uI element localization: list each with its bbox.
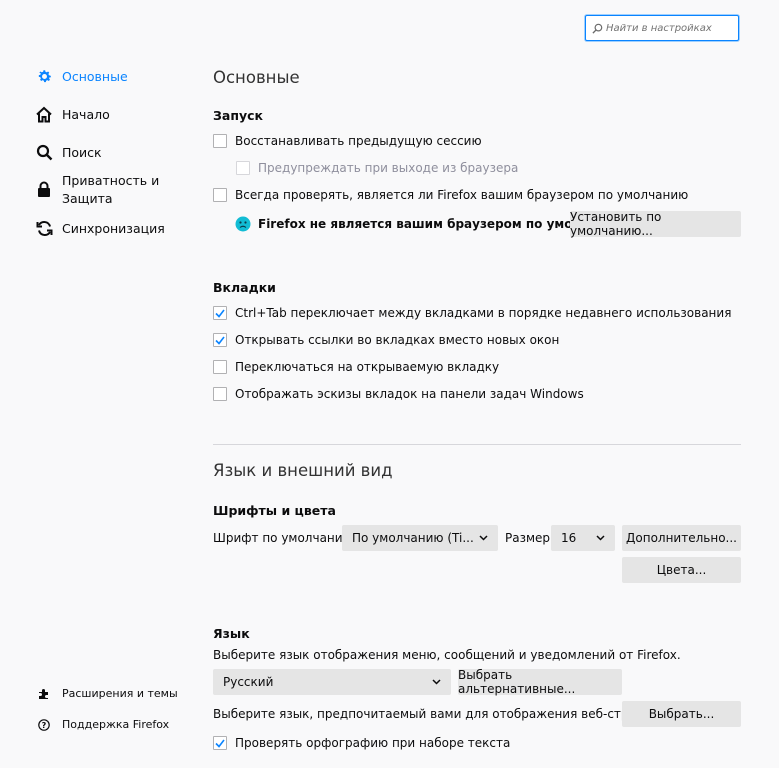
sidebar-link-label: Поддержка Firefox xyxy=(62,718,170,731)
ui-language-value: Русский xyxy=(223,675,274,689)
checkbox-ctrl-tab[interactable]: Ctrl+Tab переключает между вкладками в п… xyxy=(213,306,731,320)
sidebar-item-sync[interactable]: Синхронизация xyxy=(35,219,165,237)
set-default-button[interactable]: Установить по умолчанию... xyxy=(570,210,741,238)
checkmark-icon xyxy=(215,739,225,748)
checkbox-restore-session[interactable]: Восстанавливать предыдущую сессию xyxy=(213,134,482,148)
lock-icon xyxy=(35,180,53,198)
choose-web-language-button[interactable]: Выбрать... xyxy=(622,701,741,727)
default-font-select[interactable]: По умолчанию (Ti... xyxy=(342,525,498,551)
sidebar-item-privacy[interactable]: Приватность и Защита xyxy=(35,172,159,208)
checkbox-warn-on-quit: Предупреждать при выходе из браузера xyxy=(236,161,518,175)
sad-face-icon xyxy=(235,216,251,232)
section-divider xyxy=(213,444,741,445)
sync-icon xyxy=(35,219,53,237)
web-language-description: Выберите язык, предпочитаемый вами для о… xyxy=(213,707,660,721)
checkbox-label: Восстанавливать предыдущую сессию xyxy=(235,134,482,148)
checkbox-spellcheck[interactable]: Проверять орфографию при наборе текста xyxy=(213,736,510,750)
magnifier-icon xyxy=(35,143,53,161)
default-font-label: Шрифт по умолчанию xyxy=(213,531,353,545)
checkbox-open-links-in-tabs[interactable]: Открывать ссылки во вкладках вместо новы… xyxy=(213,333,559,347)
sidebar-item-label-line2: Защита xyxy=(62,191,113,206)
default-browser-status: Firefox не является вашим браузером по у… xyxy=(235,216,626,232)
ui-language-description: Выберите язык отображения меню, сообщени… xyxy=(213,648,681,662)
sidebar-item-label: Начало xyxy=(62,106,110,122)
checkmark-icon xyxy=(215,336,225,345)
font-size-value: 16 xyxy=(561,531,577,545)
sidebar-item-label: Синхронизация xyxy=(62,220,165,236)
checkbox-label: Переключаться на открываемую вкладку xyxy=(235,360,500,374)
group-heading-language: Язык xyxy=(213,626,250,641)
chevron-down-icon xyxy=(432,679,441,685)
checkbox-check-default-browser[interactable]: Всегда проверять, является ли Firefox ва… xyxy=(213,188,688,202)
sidebar-item-home[interactable]: Начало xyxy=(35,105,110,123)
sidebar-item-label-line1: Приватность и xyxy=(62,173,160,188)
checkbox[interactable] xyxy=(213,387,227,401)
svg-text:?: ? xyxy=(42,721,47,730)
group-heading-fonts-colors: Шрифты и цвета xyxy=(213,503,336,518)
checkbox-label: Ctrl+Tab переключает между вкладками в п… xyxy=(235,306,732,320)
help-icon: ? xyxy=(38,718,50,731)
checkbox-label: Предупреждать при выходе из браузера xyxy=(258,161,519,175)
sidebar-link-label: Расширения и темы xyxy=(62,687,178,700)
checkbox-label: Открывать ссылки во вкладках вместо новы… xyxy=(235,333,560,347)
checkbox-label: Всегда проверять, является ли Firefox ва… xyxy=(235,188,689,202)
checkbox[interactable] xyxy=(213,188,227,202)
font-size-label: Размер xyxy=(505,531,551,545)
sidebar-item-general[interactable]: Основные xyxy=(35,67,128,85)
font-size-select[interactable]: 16 xyxy=(551,525,615,551)
search-input[interactable] xyxy=(606,22,726,34)
sidebar-item-label: Основные xyxy=(62,68,128,84)
search-box[interactable] xyxy=(585,15,739,41)
puzzle-icon xyxy=(38,688,50,700)
chevron-down-icon xyxy=(479,535,488,541)
sidebar-item-label: Поиск xyxy=(62,144,102,160)
checkmark-icon xyxy=(215,309,225,318)
checkbox[interactable] xyxy=(213,360,227,374)
checkbox[interactable] xyxy=(213,134,227,148)
sidebar-link-addons[interactable]: Расширения и темы xyxy=(38,687,178,700)
section-title-language-appearance: Язык и внешний вид xyxy=(213,461,393,480)
group-heading-startup: Запуск xyxy=(213,108,263,123)
sidebar-link-support[interactable]: ? Поддержка Firefox xyxy=(38,718,169,731)
gear-icon xyxy=(35,67,53,85)
search-icon xyxy=(592,23,603,34)
choose-alternatives-button[interactable]: Выбрать альтернативные... xyxy=(458,668,622,696)
fonts-advanced-button[interactable]: Дополнительно... xyxy=(622,525,741,551)
checkbox-label: Отображать эскизы вкладок на панели зада… xyxy=(235,387,584,401)
chevron-down-icon xyxy=(596,535,605,541)
colors-button[interactable]: Цвета... xyxy=(622,557,741,583)
checkbox-checked[interactable] xyxy=(213,333,227,347)
home-icon xyxy=(35,105,53,123)
checkbox-label: Проверять орфографию при наборе текста xyxy=(235,736,511,750)
checkbox-taskbar-previews[interactable]: Отображать эскизы вкладок на панели зада… xyxy=(213,387,584,401)
checkbox-checked[interactable] xyxy=(213,306,227,320)
checkbox xyxy=(236,161,250,175)
checkbox-checked[interactable] xyxy=(213,736,227,750)
checkbox-switch-to-new-tab[interactable]: Переключаться на открываемую вкладку xyxy=(213,360,499,374)
group-heading-tabs: Вкладки xyxy=(213,280,276,295)
sidebar-item-search[interactable]: Поиск xyxy=(35,143,102,161)
default-font-value: По умолчанию (Ti... xyxy=(352,531,474,545)
ui-language-select[interactable]: Русский xyxy=(213,669,451,695)
section-title-general: Основные xyxy=(213,68,300,87)
